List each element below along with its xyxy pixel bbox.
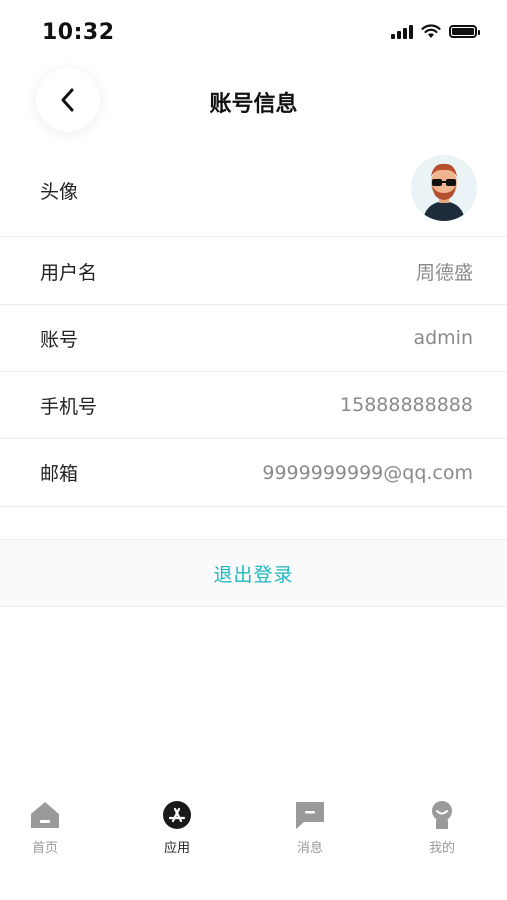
- cellular-signal-icon: [391, 24, 413, 39]
- email-row[interactable]: 邮箱 9999999999@qq.com: [0, 439, 507, 507]
- battery-icon: [449, 25, 480, 38]
- account-label: 账号: [40, 328, 79, 351]
- tab-mine[interactable]: 我的: [392, 800, 492, 856]
- tab-apps-label: 应用: [163, 841, 190, 856]
- message-icon: [296, 802, 324, 829]
- navigation-bar: 账号信息: [0, 64, 507, 144]
- username-row[interactable]: 用户名 周德盛: [0, 238, 507, 305]
- avatar[interactable]: [411, 155, 477, 221]
- phone-value: 15888888888: [340, 394, 473, 416]
- tab-home[interactable]: 首页: [0, 800, 95, 856]
- status-bar: 10:32: [0, 0, 507, 64]
- user-avatar-illustration: [411, 155, 477, 221]
- wifi-icon: [421, 24, 441, 38]
- email-value: 9999999999@qq.com: [262, 461, 473, 484]
- account-value: admin: [413, 327, 473, 349]
- page-title: 账号信息: [209, 92, 298, 117]
- avatar-label: 头像: [40, 180, 79, 203]
- app-store-icon: [163, 801, 191, 829]
- tab-messages[interactable]: 消息: [260, 800, 360, 856]
- tab-home-label: 首页: [31, 841, 58, 856]
- account-row[interactable]: 账号 admin: [0, 305, 507, 372]
- profile-icon: [432, 801, 452, 829]
- username-label: 用户名: [40, 261, 98, 284]
- phone-label: 手机号: [40, 395, 98, 418]
- status-icons: [391, 24, 480, 39]
- phone-row[interactable]: 手机号 15888888888: [0, 372, 507, 439]
- tab-apps[interactable]: 应用: [127, 800, 227, 856]
- logout-button[interactable]: 退出登录: [0, 539, 507, 607]
- status-time: 10:32: [42, 20, 115, 45]
- bottom-tab-bar: 首页 应用 消息 我的: [0, 790, 507, 900]
- home-icon: [31, 802, 59, 828]
- tab-messages-label: 消息: [296, 841, 323, 856]
- username-value: 周德盛: [415, 261, 473, 284]
- tab-mine-label: 我的: [428, 841, 455, 856]
- email-label: 邮箱: [40, 463, 79, 485]
- logout-label: 退出登录: [213, 563, 294, 586]
